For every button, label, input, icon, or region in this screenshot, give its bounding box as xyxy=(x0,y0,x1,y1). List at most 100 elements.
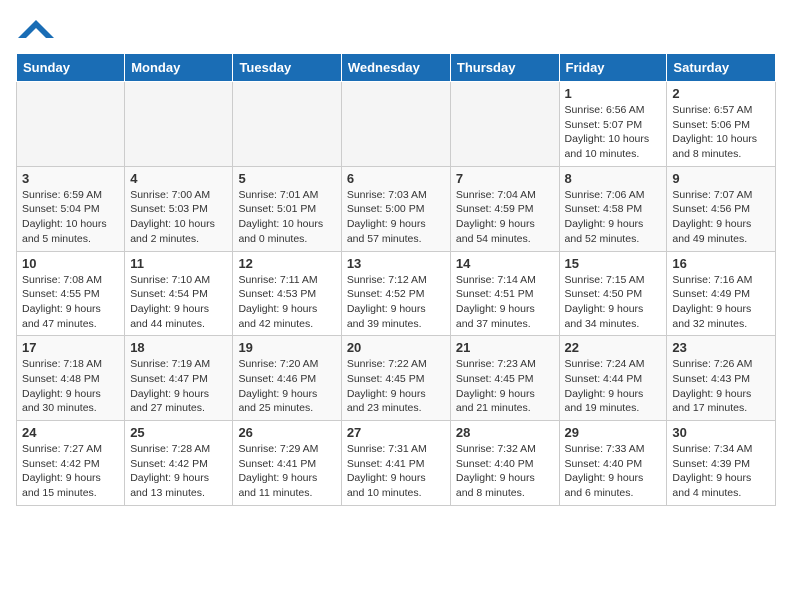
day-number: 20 xyxy=(347,340,445,355)
calendar-week-4: 17 Sunrise: 7:18 AM Sunset: 4:48 PM Dayli… xyxy=(17,336,776,421)
calendar-cell: 25 Sunrise: 7:28 AM Sunset: 4:42 PM Dayli… xyxy=(125,421,233,506)
calendar-cell: 22 Sunrise: 7:24 AM Sunset: 4:44 PM Dayli… xyxy=(559,336,667,421)
day-number: 23 xyxy=(672,340,770,355)
calendar-cell: 1Sunrise: 6:56 AM Sunset: 5:07 PM Daylig… xyxy=(559,82,667,167)
calendar-cell: 14 Sunrise: 7:14 AM Sunset: 4:51 PM Dayli… xyxy=(450,251,559,336)
day-number: 14 xyxy=(456,256,554,271)
day-number: 4 xyxy=(130,171,227,186)
day-number: 15 xyxy=(565,256,662,271)
calendar-cell: 20 Sunrise: 7:22 AM Sunset: 4:45 PM Dayli… xyxy=(341,336,450,421)
calendar-cell: 21 Sunrise: 7:23 AM Sunset: 4:45 PM Dayli… xyxy=(450,336,559,421)
calendar-cell xyxy=(450,82,559,167)
calendar-header-thursday: Thursday xyxy=(450,54,559,82)
day-info: Sunrise: 6:56 AM Sunset: 5:07 PM Dayligh… xyxy=(565,103,662,162)
day-info: Sunrise: 7:28 AM Sunset: 4:42 PM Dayligh… xyxy=(130,442,227,501)
day-number: 17 xyxy=(22,340,119,355)
calendar-cell: 5Sunrise: 7:01 AM Sunset: 5:01 PM Daylig… xyxy=(233,166,341,251)
day-number: 16 xyxy=(672,256,770,271)
day-info: Sunrise: 7:34 AM Sunset: 4:39 PM Dayligh… xyxy=(672,442,770,501)
calendar-cell: 28Sunrise: 7:32 AM Sunset: 4:40 PM Dayli… xyxy=(450,421,559,506)
calendar-cell: 7 Sunrise: 7:04 AM Sunset: 4:59 PM Daylig… xyxy=(450,166,559,251)
day-info: Sunrise: 7:16 AM Sunset: 4:49 PM Dayligh… xyxy=(672,273,770,332)
day-info: Sunrise: 7:18 AM Sunset: 4:48 PM Dayligh… xyxy=(22,357,119,416)
calendar-cell: 3 Sunrise: 6:59 AM Sunset: 5:04 PM Daylig… xyxy=(17,166,125,251)
calendar-cell: 10 Sunrise: 7:08 AM Sunset: 4:55 PM Dayli… xyxy=(17,251,125,336)
calendar-week-2: 3 Sunrise: 6:59 AM Sunset: 5:04 PM Daylig… xyxy=(17,166,776,251)
calendar-cell: 27 Sunrise: 7:31 AM Sunset: 4:41 PM Dayli… xyxy=(341,421,450,506)
header xyxy=(16,16,776,45)
calendar-cell: 16 Sunrise: 7:16 AM Sunset: 4:49 PM Dayli… xyxy=(667,251,776,336)
day-info: Sunrise: 7:07 AM Sunset: 4:56 PM Dayligh… xyxy=(672,188,770,247)
calendar-cell xyxy=(233,82,341,167)
calendar-cell: 8 Sunrise: 7:06 AM Sunset: 4:58 PM Daylig… xyxy=(559,166,667,251)
calendar-cell: 24 Sunrise: 7:27 AM Sunset: 4:42 PM Dayli… xyxy=(17,421,125,506)
calendar-header-tuesday: Tuesday xyxy=(233,54,341,82)
calendar-cell: 12Sunrise: 7:11 AM Sunset: 4:53 PM Dayli… xyxy=(233,251,341,336)
day-info: Sunrise: 7:12 AM Sunset: 4:52 PM Dayligh… xyxy=(347,273,445,332)
day-info: Sunrise: 7:24 AM Sunset: 4:44 PM Dayligh… xyxy=(565,357,662,416)
day-number: 30 xyxy=(672,425,770,440)
day-info: Sunrise: 6:57 AM Sunset: 5:06 PM Dayligh… xyxy=(672,103,770,162)
day-number: 5 xyxy=(238,171,335,186)
day-number: 11 xyxy=(130,256,227,271)
day-info: Sunrise: 7:03 AM Sunset: 5:00 PM Dayligh… xyxy=(347,188,445,247)
day-number: 18 xyxy=(130,340,227,355)
calendar-week-5: 24 Sunrise: 7:27 AM Sunset: 4:42 PM Dayli… xyxy=(17,421,776,506)
calendar-cell: 15Sunrise: 7:15 AM Sunset: 4:50 PM Dayli… xyxy=(559,251,667,336)
day-number: 19 xyxy=(238,340,335,355)
day-info: Sunrise: 7:11 AM Sunset: 4:53 PM Dayligh… xyxy=(238,273,335,332)
day-number: 6 xyxy=(347,171,445,186)
day-info: Sunrise: 6:59 AM Sunset: 5:04 PM Dayligh… xyxy=(22,188,119,247)
day-number: 26 xyxy=(238,425,335,440)
day-info: Sunrise: 7:08 AM Sunset: 4:55 PM Dayligh… xyxy=(22,273,119,332)
calendar-header-saturday: Saturday xyxy=(667,54,776,82)
day-number: 3 xyxy=(22,171,119,186)
day-number: 25 xyxy=(130,425,227,440)
day-info: Sunrise: 7:14 AM Sunset: 4:51 PM Dayligh… xyxy=(456,273,554,332)
calendar-cell: 17 Sunrise: 7:18 AM Sunset: 4:48 PM Dayli… xyxy=(17,336,125,421)
calendar-cell: 6 Sunrise: 7:03 AM Sunset: 5:00 PM Daylig… xyxy=(341,166,450,251)
calendar-cell: 30 Sunrise: 7:34 AM Sunset: 4:39 PM Dayli… xyxy=(667,421,776,506)
day-info: Sunrise: 7:04 AM Sunset: 4:59 PM Dayligh… xyxy=(456,188,554,247)
calendar-cell: 23Sunrise: 7:26 AM Sunset: 4:43 PM Dayli… xyxy=(667,336,776,421)
calendar-cell: 11 Sunrise: 7:10 AM Sunset: 4:54 PM Dayli… xyxy=(125,251,233,336)
day-number: 9 xyxy=(672,171,770,186)
day-info: Sunrise: 7:22 AM Sunset: 4:45 PM Dayligh… xyxy=(347,357,445,416)
day-info: Sunrise: 7:23 AM Sunset: 4:45 PM Dayligh… xyxy=(456,357,554,416)
calendar-cell: 2 Sunrise: 6:57 AM Sunset: 5:06 PM Daylig… xyxy=(667,82,776,167)
day-info: Sunrise: 7:19 AM Sunset: 4:47 PM Dayligh… xyxy=(130,357,227,416)
day-info: Sunrise: 7:20 AM Sunset: 4:46 PM Dayligh… xyxy=(238,357,335,416)
calendar-cell: 4 Sunrise: 7:00 AM Sunset: 5:03 PM Daylig… xyxy=(125,166,233,251)
day-number: 8 xyxy=(565,171,662,186)
day-info: Sunrise: 7:00 AM Sunset: 5:03 PM Dayligh… xyxy=(130,188,227,247)
calendar-cell: 29Sunrise: 7:33 AM Sunset: 4:40 PM Dayli… xyxy=(559,421,667,506)
calendar-cell: 9 Sunrise: 7:07 AM Sunset: 4:56 PM Daylig… xyxy=(667,166,776,251)
calendar-cell: 26Sunrise: 7:29 AM Sunset: 4:41 PM Dayli… xyxy=(233,421,341,506)
calendar-cell xyxy=(341,82,450,167)
day-number: 27 xyxy=(347,425,445,440)
day-number: 29 xyxy=(565,425,662,440)
day-info: Sunrise: 7:06 AM Sunset: 4:58 PM Dayligh… xyxy=(565,188,662,247)
calendar-header-monday: Monday xyxy=(125,54,233,82)
day-info: Sunrise: 7:32 AM Sunset: 4:40 PM Dayligh… xyxy=(456,442,554,501)
logo-icon xyxy=(16,18,56,40)
day-number: 10 xyxy=(22,256,119,271)
day-number: 21 xyxy=(456,340,554,355)
calendar-cell: 18 Sunrise: 7:19 AM Sunset: 4:47 PM Dayli… xyxy=(125,336,233,421)
calendar-header-friday: Friday xyxy=(559,54,667,82)
calendar-cell: 19 Sunrise: 7:20 AM Sunset: 4:46 PM Dayli… xyxy=(233,336,341,421)
calendar-cell xyxy=(17,82,125,167)
calendar-header-sunday: Sunday xyxy=(17,54,125,82)
day-info: Sunrise: 7:27 AM Sunset: 4:42 PM Dayligh… xyxy=(22,442,119,501)
day-info: Sunrise: 7:10 AM Sunset: 4:54 PM Dayligh… xyxy=(130,273,227,332)
day-number: 7 xyxy=(456,171,554,186)
day-number: 22 xyxy=(565,340,662,355)
day-number: 2 xyxy=(672,86,770,101)
day-number: 13 xyxy=(347,256,445,271)
calendar-cell: 13 Sunrise: 7:12 AM Sunset: 4:52 PM Dayli… xyxy=(341,251,450,336)
day-info: Sunrise: 7:31 AM Sunset: 4:41 PM Dayligh… xyxy=(347,442,445,501)
calendar-week-1: 1Sunrise: 6:56 AM Sunset: 5:07 PM Daylig… xyxy=(17,82,776,167)
calendar-header-wednesday: Wednesday xyxy=(341,54,450,82)
day-number: 24 xyxy=(22,425,119,440)
calendar-table: SundayMondayTuesdayWednesdayThursdayFrid… xyxy=(16,53,776,506)
